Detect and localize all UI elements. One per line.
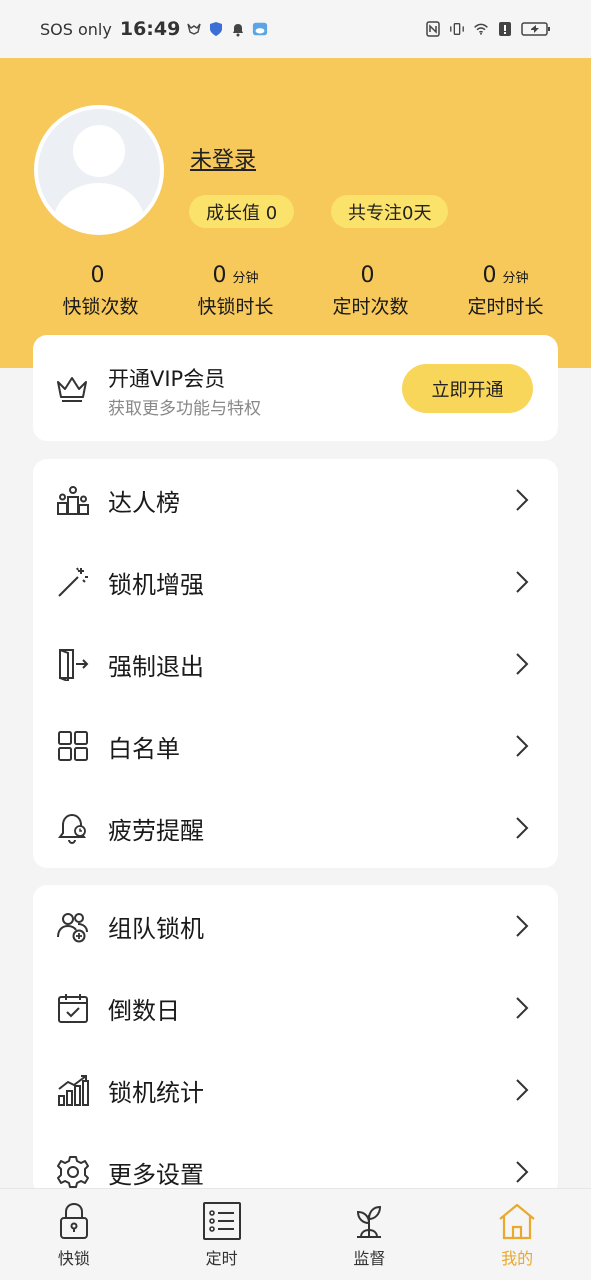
menu-item-lock-enhance[interactable]: 锁机增强 <box>33 541 558 623</box>
menu-item-lock-stats[interactable]: 锁机统计 <box>33 1049 558 1131</box>
stats-icon <box>58 1075 89 1106</box>
podium-icon <box>57 486 89 515</box>
chevron-right-icon <box>516 1079 529 1101</box>
activate-vip-button[interactable]: 立即开通 <box>402 364 533 413</box>
sprout-icon <box>357 1205 382 1238</box>
wifi-icon <box>473 21 489 37</box>
bottom-nav: 快锁 定时 监督 我的 <box>0 1188 591 1280</box>
weather-icon <box>252 21 268 37</box>
menu-item-force-exit[interactable]: 强制退出 <box>33 623 558 705</box>
nav-quick-lock[interactable]: 快锁 <box>0 1189 148 1280</box>
fox-icon <box>186 21 202 37</box>
nav-supervise[interactable]: 监督 <box>296 1189 444 1280</box>
menu-item-countdown[interactable]: 倒数日 <box>33 967 558 1049</box>
lock-icon <box>59 1202 88 1239</box>
grid-icon <box>58 731 88 761</box>
menu-item-fatigue-reminder[interactable]: 疲劳提醒 <box>33 787 558 869</box>
gear-icon <box>57 1156 89 1188</box>
chevron-right-icon <box>516 1161 529 1183</box>
avatar[interactable] <box>34 105 164 235</box>
profile-header: 未登录 成长值 0 共专注0天 0 快锁次数 0 分钟 快锁时长 0 定时次数 0… <box>0 58 591 368</box>
list-icon <box>202 1202 241 1240</box>
stat-timed-count: 0 定时次数 <box>332 263 409 318</box>
user-silhouette-icon <box>52 125 146 231</box>
focus-days-badge: 共专注0天 <box>331 195 449 228</box>
shield-icon <box>208 21 224 37</box>
status-bar: SOS only 16:49 <box>0 0 591 58</box>
alert-icon <box>497 21 513 37</box>
vip-title: 开通VIP会员 <box>108 367 226 391</box>
chevron-right-icon <box>516 571 529 593</box>
login-link[interactable]: 未登录 <box>190 142 256 174</box>
menu-card-secondary: 组队锁机 倒数日 锁机统计 更多设置 <box>33 885 558 1195</box>
menu-item-whitelist[interactable]: 白名单 <box>33 705 558 787</box>
team-icon <box>57 913 88 943</box>
chevron-right-icon <box>516 997 529 1019</box>
calendar-icon <box>58 994 88 1023</box>
stat-quick-lock-count: 0 快锁次数 <box>62 263 139 318</box>
vibrate-icon <box>449 21 465 37</box>
chevron-right-icon <box>516 817 529 839</box>
carrier-text: SOS only <box>40 19 112 39</box>
chevron-right-icon <box>516 735 529 757</box>
menu-item-leaderboard[interactable]: 达人榜 <box>33 459 558 541</box>
exit-door-icon <box>59 649 89 681</box>
bell-icon <box>58 813 86 845</box>
vip-card[interactable]: 开通VIP会员 获取更多功能与特权 立即开通 <box>33 335 558 441</box>
home-icon <box>499 1203 535 1240</box>
notification-bell-icon <box>230 21 246 37</box>
crown-icon <box>57 377 87 402</box>
menu-card-primary: 达人榜 锁机增强 强制退出 白名单 疲劳提醒 <box>33 459 558 868</box>
menu-item-team-lock[interactable]: 组队锁机 <box>33 885 558 967</box>
growth-badge: 成长值 0 <box>189 195 295 228</box>
chevron-right-icon <box>516 653 529 675</box>
nfc-icon <box>425 21 441 37</box>
chevron-right-icon <box>516 489 529 511</box>
stats-row: 0 快锁次数 0 分钟 快锁时长 0 定时次数 0 分钟 定时时长 <box>0 263 591 319</box>
stat-quick-lock-duration: 0 分钟 快锁时长 <box>197 263 274 318</box>
stat-timed-duration: 0 分钟 定时时长 <box>467 263 544 318</box>
nav-mine[interactable]: 我的 <box>443 1189 591 1280</box>
nav-timer[interactable]: 定时 <box>148 1189 296 1280</box>
vip-subtitle: 获取更多功能与特权 <box>108 399 261 419</box>
battery-icon <box>521 21 551 37</box>
clock: 16:49 <box>119 18 181 40</box>
chevron-right-icon <box>516 915 529 937</box>
magic-wand-icon <box>58 567 88 597</box>
